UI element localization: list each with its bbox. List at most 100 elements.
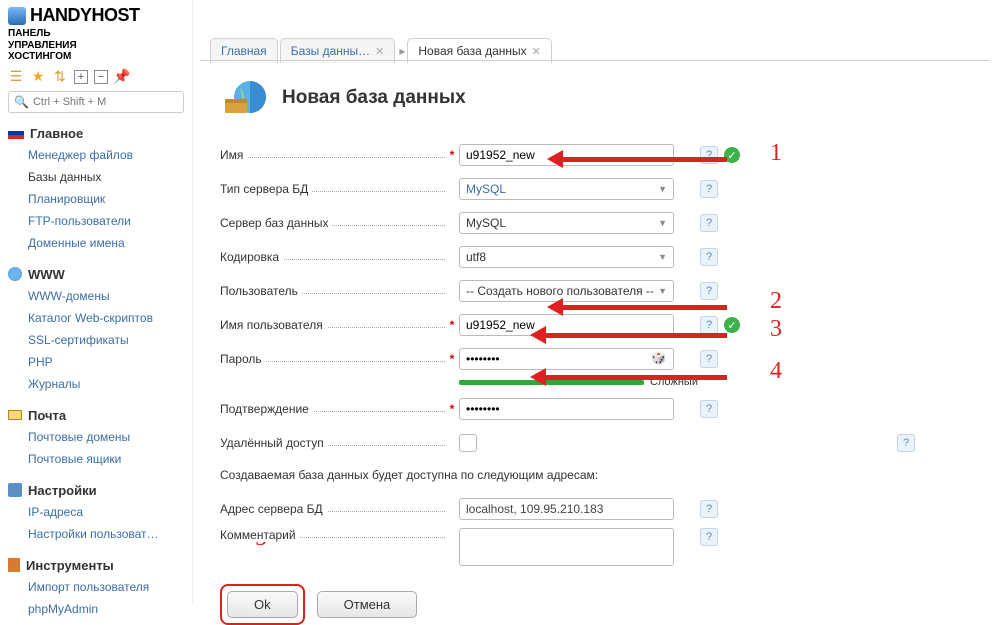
info-text: Создаваемая база данных будет доступна п…: [220, 468, 980, 482]
label-dbtype: Тип сервера БД: [220, 182, 312, 196]
mail-icon: [8, 410, 22, 420]
annotation-number-2: 2: [770, 288, 782, 315]
annotation-number-1: 1: [770, 140, 782, 167]
chevron-down-icon: ▼: [658, 184, 667, 194]
page-title: Новая база данных: [282, 87, 466, 109]
nav-tools: Инструменты Импорт пользователя phpMyAdm…: [8, 555, 184, 620]
expand-icon[interactable]: +: [74, 70, 88, 84]
nav-item-usersettings[interactable]: Настройки пользоват…: [8, 523, 184, 545]
help-icon[interactable]: ?: [700, 180, 718, 198]
nav-item-scheduler[interactable]: Планировщик: [8, 188, 184, 210]
help-icon[interactable]: ?: [700, 214, 718, 232]
row-address: Адрес сервера БД localhost, 109.95.210.1…: [220, 494, 980, 524]
nav-item-mailboxes[interactable]: Почтовые ящики: [8, 448, 184, 470]
nav-item-ip[interactable]: IP-адреса: [8, 501, 184, 523]
row-dbtype: Тип сервера БД MySQL▼ ?: [220, 174, 980, 204]
help-icon[interactable]: ?: [897, 434, 915, 452]
row-comment: Комментарий ?: [220, 528, 980, 566]
logo: HANDYHOST ПАНЕЛЬ УПРАВЛЕНИЯ ХОСТИНГОМ: [8, 5, 184, 63]
annotation-number-3: 3: [770, 316, 782, 343]
nav-www: WWW WWW-домены Каталог Web-скриптов SSL-…: [8, 264, 184, 395]
annotation-number-4: 4: [770, 358, 782, 385]
flag-icon: [8, 127, 24, 139]
nav-item-maildomains[interactable]: Почтовые домены: [8, 426, 184, 448]
chevron-right-icon: ▸: [399, 44, 405, 58]
nav-main: Главное Менеджер файлов Базы данных План…: [8, 123, 184, 254]
label-remote: Удалённый доступ: [220, 436, 328, 450]
label-confirm: Подтверждение: [220, 402, 313, 416]
label-user: Пользователь: [220, 284, 302, 298]
annotation-arrow-3: [530, 324, 727, 346]
label-name: Имя: [220, 148, 247, 162]
required-mark: *: [445, 402, 459, 416]
select-dbtype[interactable]: MySQL▼: [459, 178, 674, 200]
annotation-arrow-1: [547, 148, 727, 170]
logo-subtitle: ПАНЕЛЬ УПРАВЛЕНИЯ ХОСТИНГОМ: [8, 28, 184, 63]
required-mark: *: [445, 318, 459, 332]
nav-item-ftp[interactable]: FTP-пользователи: [8, 210, 184, 232]
nav-item-logs[interactable]: Журналы: [8, 373, 184, 395]
required-mark: *: [445, 352, 459, 366]
help-icon[interactable]: ?: [700, 528, 718, 546]
select-encoding[interactable]: utf8▼: [459, 246, 674, 268]
nav-item-php[interactable]: PHP: [8, 351, 184, 373]
settings-icon: [8, 483, 22, 497]
nav-item-domains[interactable]: Доменные имена: [8, 232, 184, 254]
search-box[interactable]: 🔍: [8, 91, 184, 113]
textarea-comment[interactable]: [459, 528, 674, 566]
readonly-address: localhost, 109.95.210.183: [459, 498, 674, 520]
cancel-button[interactable]: Отмена: [317, 591, 418, 618]
row-remote: Удалённый доступ ?: [220, 428, 980, 458]
checkbox-remote[interactable]: [459, 434, 477, 452]
pin-icon[interactable]: 📌: [114, 69, 130, 85]
select-server[interactable]: MySQL▼: [459, 212, 674, 234]
nav-item-ssl[interactable]: SSL-сертификаты: [8, 329, 184, 351]
label-encoding: Кодировка: [220, 250, 283, 264]
list-icon[interactable]: ☰: [8, 69, 24, 85]
chevron-down-icon: ▼: [658, 252, 667, 262]
nav-header-main[interactable]: Главное: [8, 123, 184, 144]
nav-header-www[interactable]: WWW: [8, 264, 184, 285]
label-comment: Комментарий: [220, 528, 300, 542]
annotation-arrow-2: [547, 296, 727, 318]
row-server: Сервер баз данных MySQL▼ ?: [220, 208, 980, 238]
nav-settings: Настройки IP-адреса Настройки пользоват…: [8, 480, 184, 545]
close-icon[interactable]: ✕: [532, 45, 541, 58]
help-icon[interactable]: ?: [700, 400, 718, 418]
nav-header-mail[interactable]: Почта: [8, 405, 184, 426]
button-row: Ok Отмена: [220, 584, 980, 625]
row-encoding: Кодировка utf8▼ ?: [220, 242, 980, 272]
database-globe-icon: [220, 75, 270, 120]
nav-item-wwwdomains[interactable]: WWW-домены: [8, 285, 184, 307]
nav-header-settings[interactable]: Настройки: [8, 480, 184, 501]
page-header: Новая база данных: [220, 75, 980, 120]
generate-password-icon[interactable]: 🎲: [651, 351, 666, 365]
collapse-icon[interactable]: −: [94, 70, 108, 84]
annotation-arrow-4: [530, 366, 727, 388]
search-input[interactable]: [33, 96, 178, 108]
close-icon[interactable]: ✕: [375, 45, 384, 58]
logo-icon: [8, 7, 26, 25]
ok-button[interactable]: Ok: [227, 591, 298, 618]
nav-item-phpmyadmin[interactable]: phpMyAdmin: [8, 598, 184, 620]
help-icon[interactable]: ?: [700, 500, 718, 518]
nav-item-filemanager[interactable]: Менеджер файлов: [8, 144, 184, 166]
nav-header-tools[interactable]: Инструменты: [8, 555, 184, 576]
row-confirm: Подтверждение * ?: [220, 394, 980, 424]
nav-item-webscripts[interactable]: Каталог Web-скриптов: [8, 307, 184, 329]
help-icon[interactable]: ?: [700, 248, 718, 266]
nav-item-databases[interactable]: Базы данных: [8, 166, 184, 188]
label-username: Имя пользователя: [220, 318, 327, 332]
nav-item-import[interactable]: Импорт пользователя: [8, 576, 184, 598]
sort-icon[interactable]: ⇅: [52, 69, 68, 85]
star-icon[interactable]: ★: [30, 69, 46, 85]
ok-highlight: Ok: [220, 584, 305, 625]
chevron-down-icon: ▼: [658, 218, 667, 228]
chevron-down-icon: ▼: [658, 286, 667, 296]
label-password: Пароль: [220, 352, 266, 366]
label-address: Адрес сервера БД: [220, 502, 327, 516]
globe-icon: [8, 267, 22, 281]
required-mark: *: [445, 148, 459, 162]
label-server: Сервер баз данных: [220, 216, 332, 230]
input-confirm[interactable]: [459, 398, 674, 420]
